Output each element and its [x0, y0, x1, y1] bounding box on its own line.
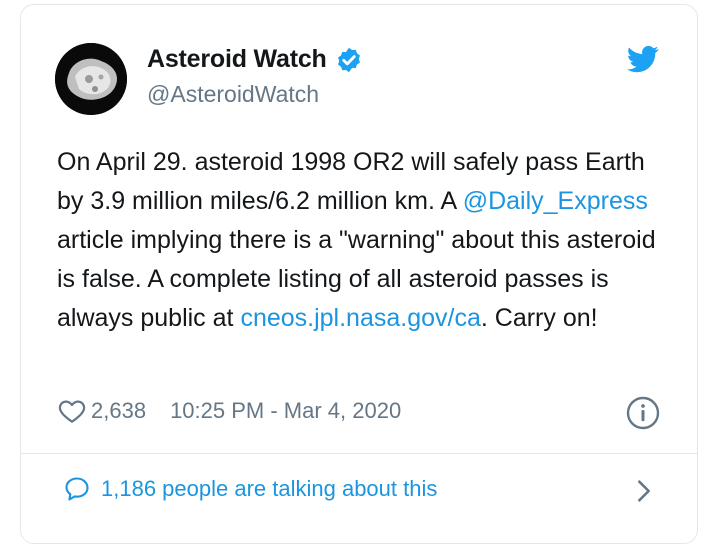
timestamp[interactable]: 10:25 PM - Mar 4, 2020: [170, 398, 401, 424]
speech-bubble-icon: [65, 477, 89, 501]
display-name[interactable]: Asteroid Watch: [147, 45, 327, 74]
tweet-card: Asteroid Watch @AsteroidWatch On April 2…: [20, 4, 698, 544]
author-name-row[interactable]: Asteroid Watch: [147, 45, 363, 74]
talking-text[interactable]: 1,186 people are talking about this: [101, 476, 437, 502]
verified-badge-icon: [337, 47, 360, 72]
info-icon[interactable]: [625, 395, 661, 431]
chevron-right-icon[interactable]: [633, 477, 655, 505]
url-link[interactable]: cneos.jpl.nasa.gov/ca: [240, 304, 480, 332]
heart-icon[interactable]: [57, 396, 87, 426]
tweet-text-part: . Carry on!: [480, 304, 598, 332]
avatar[interactable]: [55, 43, 127, 115]
like-count[interactable]: 2,638: [91, 398, 146, 424]
mention-link[interactable]: @Daily_Express: [463, 187, 648, 215]
author-handle[interactable]: @AsteroidWatch: [147, 81, 319, 108]
tweet-text: On April 29. asteroid 1998 OR2 will safe…: [57, 143, 667, 338]
conversation-link[interactable]: 1,186 people are talking about this: [63, 475, 437, 503]
twitter-logo-icon[interactable]: [627, 43, 659, 75]
tweet-meta-row: 2,638 10:25 PM - Mar 4, 2020: [57, 396, 401, 426]
divider: [21, 453, 697, 454]
asteroid-avatar-image: [55, 43, 127, 115]
